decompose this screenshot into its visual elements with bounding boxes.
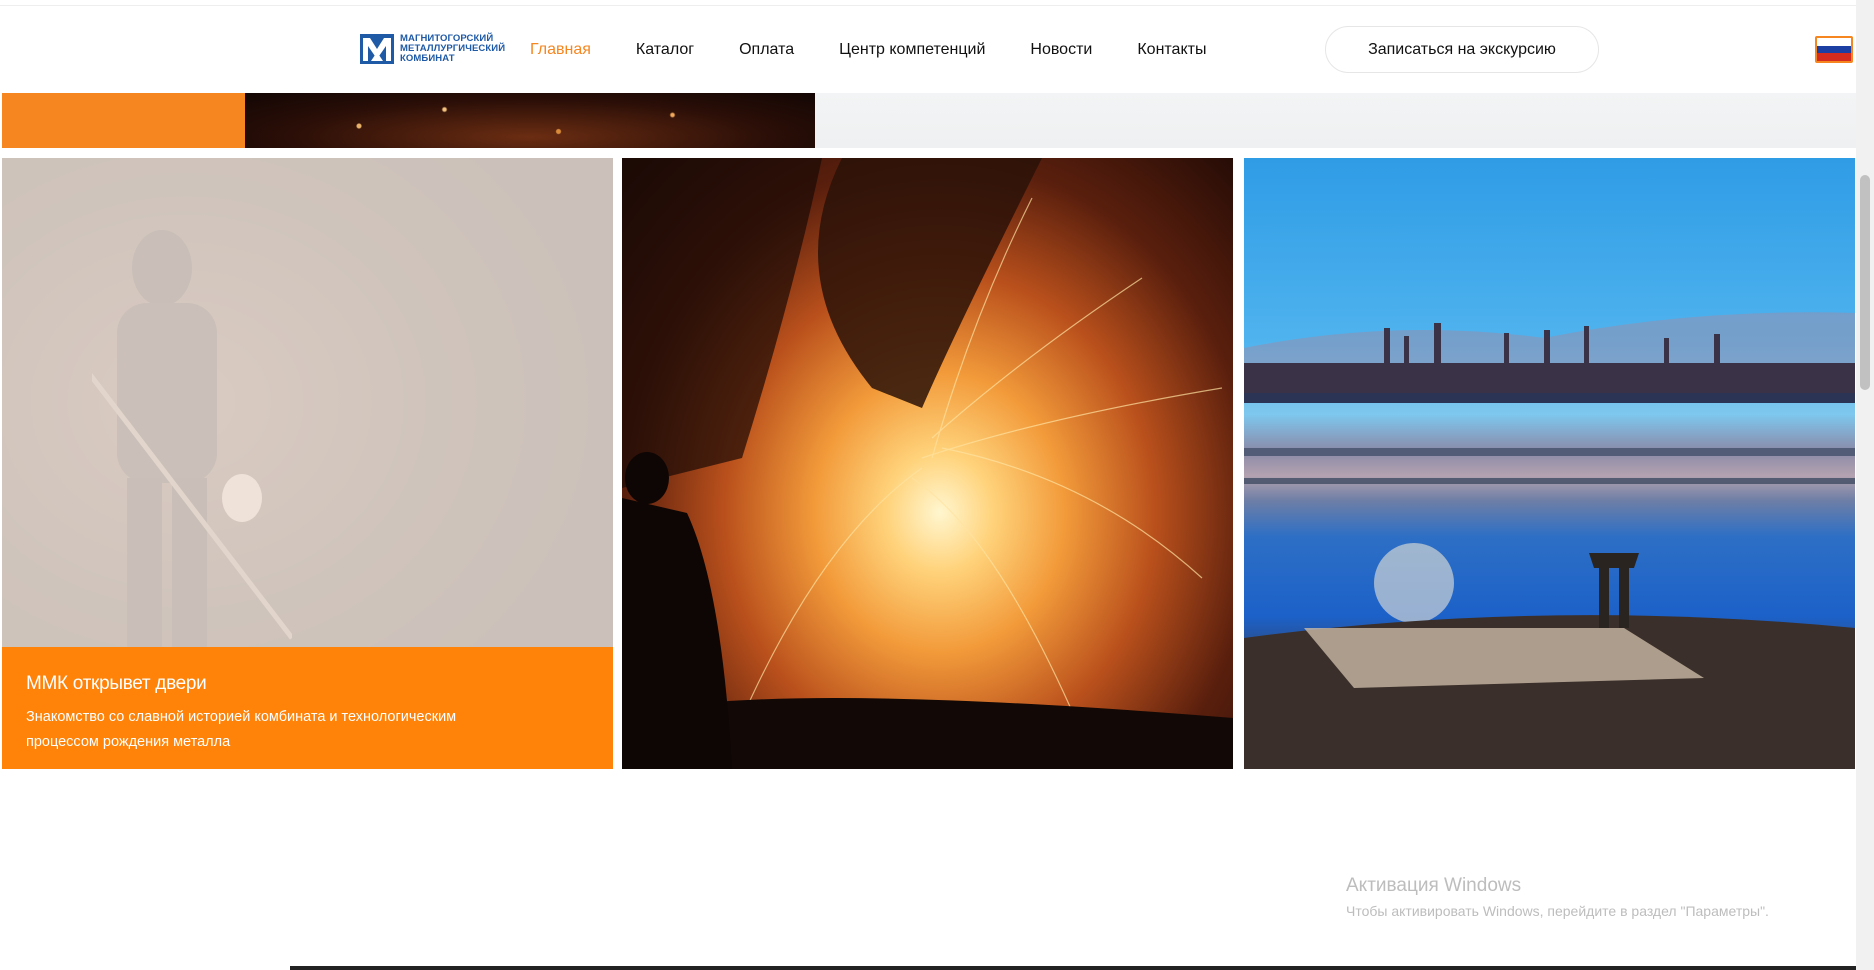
molten-steel-sparks-photo <box>622 158 1233 769</box>
tile-mmk-opens-doors[interactable]: ММК открывет двери Знакомство со славной… <box>2 158 613 769</box>
tile-city-panorama[interactable] <box>1244 158 1855 769</box>
site-header: МАГНИТОГОРСКИЙ МЕТАЛЛУРГИЧЕСКИЙ КОМБИНАТ… <box>0 5 1856 93</box>
nav-item-competence-center[interactable]: Центр компетенций <box>839 41 985 59</box>
tile-description: Знакомство со славной историей комбината… <box>26 709 457 750</box>
tile-molten-steel[interactable] <box>622 158 1233 769</box>
watermark-title: Активация Windows <box>1346 875 1522 896</box>
flag-stripe-red <box>1817 53 1851 61</box>
page-scrollbar[interactable] <box>1856 0 1874 970</box>
nav-item-catalog[interactable]: Каталог <box>636 41 694 59</box>
nav-item-home[interactable]: Главная <box>530 41 591 59</box>
tile-title[interactable]: ММК открывет двери <box>26 673 589 695</box>
main-nav: Главная Каталог Оплата Центр компетенций… <box>530 6 1251 94</box>
gray-panel-fragment <box>815 93 1856 148</box>
nav-item-news[interactable]: Новости <box>1030 41 1092 59</box>
flag-stripe-blue <box>1817 45 1851 54</box>
logo-line-3: КОМБИНАТ <box>400 53 455 64</box>
sparks-image-fragment <box>245 93 815 148</box>
mmk-logo[interactable]: МАГНИТОГОРСКИЙ МЕТАЛЛУРГИЧЕСКИЙ КОМБИНАТ <box>360 34 505 64</box>
russian-flag-icon[interactable] <box>1815 36 1853 63</box>
flag-stripe-white <box>1817 38 1851 46</box>
book-excursion-button[interactable]: Записаться на экскурсию <box>1325 26 1599 73</box>
scrollbar-thumb[interactable] <box>1860 175 1870 390</box>
nav-item-payment[interactable]: Оплата <box>739 41 794 59</box>
mmk-logo-icon <box>360 34 394 64</box>
tile-caption: ММК открывет двери Знакомство со славной… <box>2 647 613 769</box>
nav-item-contacts[interactable]: Контакты <box>1137 41 1206 59</box>
watermark-subtitle: Чтобы активировать Windows, перейдите в … <box>1346 903 1769 919</box>
windows-activation-watermark: Активация Windows Чтобы активировать Win… <box>1346 875 1769 919</box>
orange-banner-fragment <box>2 93 245 148</box>
worker-silhouette <box>622 452 732 769</box>
magnitogorsk-night-panorama-photo <box>1244 312 1855 769</box>
logo-text: МАГНИТОГОРСКИЙ МЕТАЛЛУРГИЧЕСКИЙ КОМБИНАТ <box>400 34 505 64</box>
taskbar-edge <box>290 966 1856 970</box>
